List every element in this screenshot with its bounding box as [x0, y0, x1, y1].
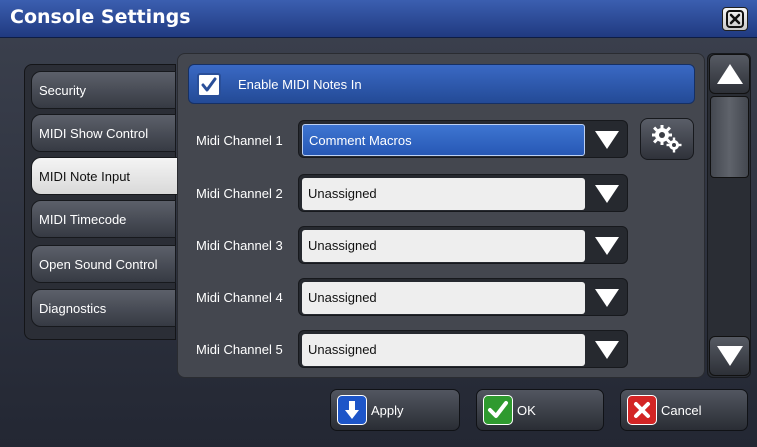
apply-label: Apply [371, 402, 404, 418]
macro-settings-button[interactable] [640, 118, 694, 160]
channel-5-select[interactable]: Unassigned [298, 330, 628, 368]
cancel-label: Cancel [661, 402, 702, 418]
tab-security[interactable]: Security [31, 71, 176, 109]
tab-label: MIDI Timecode [39, 211, 127, 227]
chevron-down-icon [595, 237, 619, 255]
cancel-button[interactable]: Cancel [620, 389, 748, 431]
tab-diagnostics[interactable]: Diagnostics [31, 289, 176, 327]
ok-button[interactable]: OK [476, 389, 604, 431]
channel-label: Midi Channel 5 [196, 342, 283, 357]
channel-3-value[interactable]: Unassigned [302, 230, 585, 262]
dropdown-button[interactable] [589, 282, 625, 314]
scrollbar-thumb[interactable] [710, 96, 749, 178]
channel-2-value[interactable]: Unassigned [302, 178, 585, 210]
chevron-down-icon [595, 131, 619, 149]
checkmark-icon [201, 77, 217, 92]
enable-checkbox[interactable] [197, 73, 221, 97]
arrow-down-icon [337, 395, 367, 425]
enable-label: Enable MIDI Notes In [238, 77, 362, 92]
channel-label: Midi Channel 1 [196, 133, 283, 148]
channel-1-select[interactable]: Comment Macros [298, 120, 628, 158]
dropdown-button[interactable] [589, 124, 625, 156]
tab-open-sound-control[interactable]: Open Sound Control [31, 245, 176, 283]
tab-midi-show-control[interactable]: MIDI Show Control [31, 114, 176, 152]
dropdown-button[interactable] [589, 178, 625, 210]
chevron-down-icon [595, 289, 619, 307]
channel-3-select[interactable]: Unassigned [298, 226, 628, 264]
chevron-down-icon [595, 341, 619, 359]
channel-1-value[interactable]: Comment Macros [302, 124, 585, 156]
channel-2-select[interactable]: Unassigned [298, 174, 628, 212]
dropdown-button[interactable] [589, 334, 625, 366]
channel-4-select[interactable]: Unassigned [298, 278, 628, 316]
enable-midi-notes-toggle[interactable]: Enable MIDI Notes In [188, 64, 695, 104]
close-icon [726, 10, 744, 28]
tab-label: MIDI Show Control [39, 125, 149, 141]
tab-midi-timecode[interactable]: MIDI Timecode [31, 200, 176, 238]
ok-label: OK [517, 402, 536, 418]
channel-5-value[interactable]: Unassigned [302, 334, 585, 366]
scroll-up-button[interactable] [709, 54, 750, 94]
dropdown-button[interactable] [589, 230, 625, 262]
gears-icon [652, 125, 682, 153]
close-button[interactable] [722, 7, 748, 31]
chevron-down-icon [595, 185, 619, 203]
tab-label: Open Sound Control [39, 256, 158, 272]
arrow-up-icon [716, 64, 743, 84]
tab-label: Security [39, 82, 86, 98]
title-bar: Console Settings [0, 0, 757, 38]
channel-label: Midi Channel 3 [196, 238, 283, 253]
channel-label: Midi Channel 4 [196, 290, 283, 305]
channel-4-value[interactable]: Unassigned [302, 282, 585, 314]
tab-label: MIDI Note Input [39, 168, 131, 184]
close-icon [627, 395, 657, 425]
channel-label: Midi Channel 2 [196, 186, 283, 201]
tab-midi-note-input[interactable]: MIDI Note Input [31, 157, 181, 195]
checkmark-icon [483, 395, 513, 425]
apply-button[interactable]: Apply [330, 389, 460, 431]
tab-label: Diagnostics [39, 300, 107, 316]
scroll-down-button[interactable] [709, 336, 750, 376]
arrow-down-icon [716, 346, 743, 366]
dialog-title: Console Settings [10, 6, 191, 28]
